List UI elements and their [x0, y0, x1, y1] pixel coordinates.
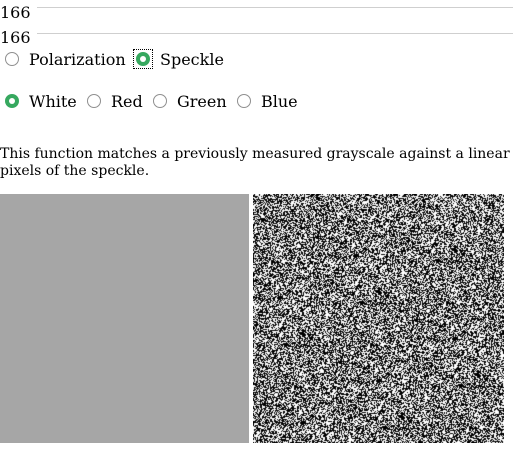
gray-slider-2-value: 166 — [0, 28, 31, 47]
description-line-1: This function matches a previously measu… — [0, 146, 510, 162]
radio-circle-icon — [153, 94, 167, 108]
color-radio-red[interactable]: Red — [82, 90, 146, 114]
description-line-2: pixels of the speckle. — [0, 163, 150, 179]
gray-slider-1-thumb[interactable] — [37, 1, 39, 14]
grayscale-patch — [0, 194, 249, 443]
color-radio-blue[interactable]: Blue — [232, 90, 300, 114]
gray-slider-2-thumb[interactable] — [37, 27, 39, 40]
gray-slider-2: 166 — [0, 25, 513, 49]
gray-slider-1: 166 — [0, 0, 513, 24]
function-description: This function matches a previously measu… — [0, 146, 513, 180]
radio-checked-icon — [136, 52, 150, 66]
mode-radio-polarization[interactable]: Polarization — [0, 48, 128, 72]
mode-radio-speckle-label: Speckle — [160, 50, 224, 69]
color-radio-white-label: White — [29, 92, 77, 111]
speckle-pattern-image — [253, 194, 504, 443]
gray-slider-1-track[interactable] — [37, 7, 513, 8]
mode-radio-polarization-label: Polarization — [29, 50, 126, 69]
color-radio-green-label: Green — [177, 92, 227, 111]
color-radio-blue-label: Blue — [261, 92, 298, 111]
radio-checked-icon — [5, 94, 19, 108]
color-radio-red-label: Red — [111, 92, 143, 111]
mode-radio-speckle[interactable]: Speckle — [131, 48, 231, 72]
gray-slider-1-value: 166 — [0, 3, 31, 22]
color-radio-white[interactable]: White — [0, 90, 80, 114]
radio-circle-icon — [237, 94, 251, 108]
gray-slider-2-track[interactable] — [37, 33, 513, 34]
radio-circle-icon — [87, 94, 101, 108]
radio-circle-icon — [5, 52, 19, 66]
color-radio-green[interactable]: Green — [148, 90, 230, 114]
